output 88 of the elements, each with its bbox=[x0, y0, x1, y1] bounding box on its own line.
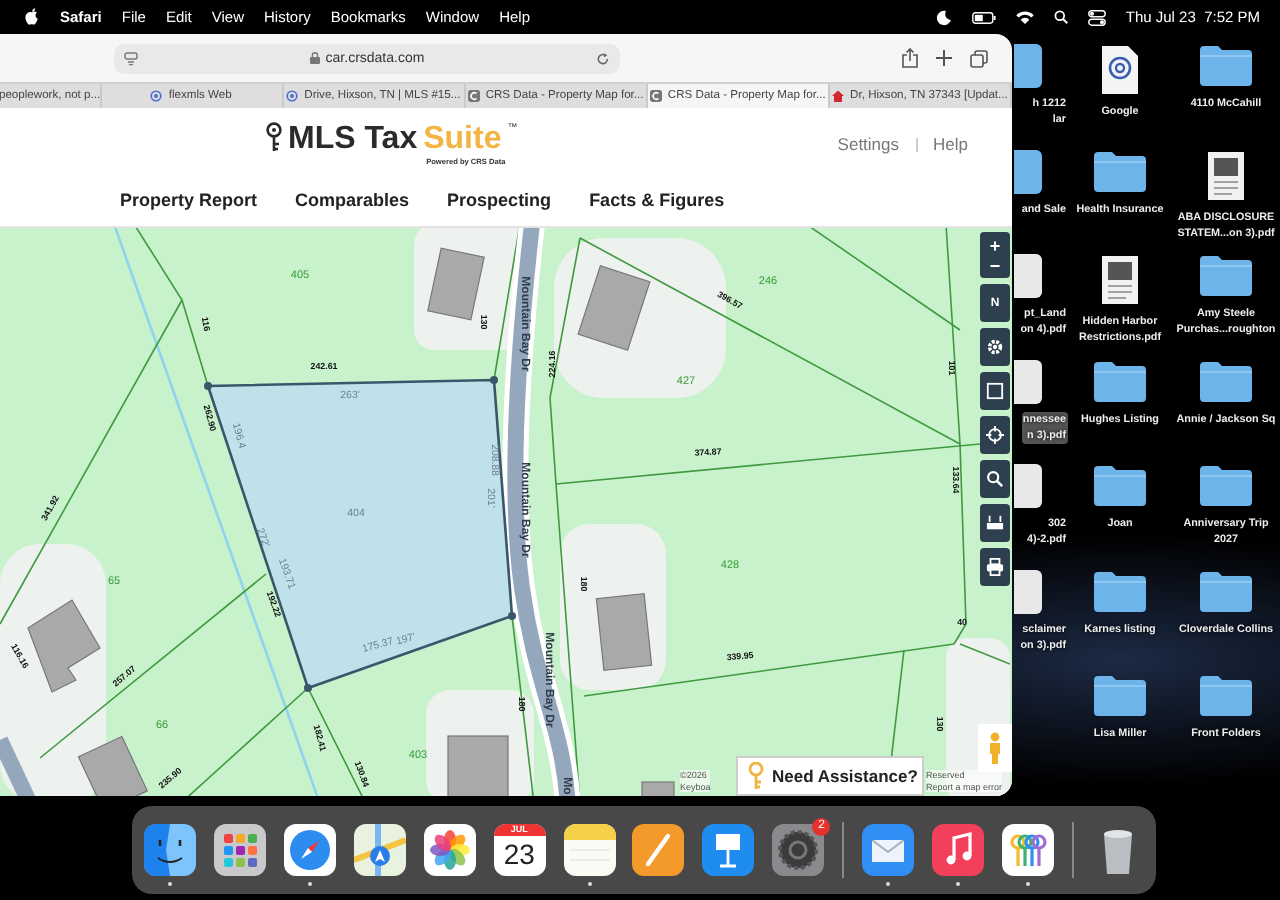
document-icon[interactable] bbox=[1014, 359, 1042, 403]
dock-app-button[interactable] bbox=[563, 823, 616, 885]
building bbox=[447, 735, 509, 796]
plus-icon[interactable] bbox=[936, 50, 952, 66]
dock-app-button[interactable] bbox=[1001, 823, 1054, 885]
dock-app-button[interactable] bbox=[144, 823, 196, 885]
dock-app-button[interactable] bbox=[932, 823, 985, 885]
favicon-icon bbox=[467, 90, 480, 102]
zoom-out-button[interactable]: − bbox=[989, 255, 1001, 275]
nav-link[interactable]: Property Report bbox=[120, 190, 258, 210]
settings-icon bbox=[986, 338, 1004, 356]
lock-icon bbox=[309, 52, 320, 64]
compass-app-icon bbox=[283, 823, 336, 875]
crosshair-icon bbox=[986, 426, 1004, 444]
person-icon bbox=[988, 732, 1002, 764]
building bbox=[27, 599, 101, 693]
building bbox=[595, 593, 653, 671]
nav-link[interactable]: Facts & Figures bbox=[589, 190, 725, 210]
gear-app-icon bbox=[772, 823, 825, 875]
folder-icon[interactable] bbox=[1198, 44, 1254, 88]
moon-icon[interactable] bbox=[935, 9, 952, 25]
search-icon bbox=[986, 470, 1004, 488]
key-icon bbox=[748, 762, 764, 790]
header-link[interactable]: Help bbox=[933, 134, 968, 154]
face-app-icon bbox=[144, 823, 196, 875]
folder-icon[interactable] bbox=[1198, 254, 1254, 298]
folder-icon[interactable] bbox=[1198, 674, 1254, 718]
logo-text: MLS Tax bbox=[288, 122, 418, 158]
toggles-icon[interactable] bbox=[1087, 9, 1106, 25]
measure-tool-button[interactable] bbox=[980, 504, 1010, 542]
location-icon bbox=[286, 90, 299, 102]
calendar-day: 23 bbox=[503, 835, 535, 871]
print-tool-button[interactable] bbox=[980, 548, 1010, 586]
folder-icon[interactable] bbox=[1014, 149, 1042, 193]
share-icon[interactable] bbox=[902, 48, 918, 68]
folder-icon[interactable] bbox=[1092, 149, 1148, 193]
logo-accent-text: Suite bbox=[423, 122, 502, 158]
nav-link[interactable]: Prospecting bbox=[447, 190, 552, 210]
folder-icon[interactable] bbox=[1198, 569, 1254, 613]
wifi-icon[interactable] bbox=[1015, 10, 1034, 24]
document-icon[interactable] bbox=[1100, 254, 1140, 306]
page-menu-icon bbox=[124, 51, 138, 65]
favicon-icon bbox=[649, 90, 662, 102]
dock-app-button[interactable] bbox=[283, 823, 336, 885]
zoom-in-button[interactable]: + bbox=[989, 235, 1001, 255]
header-link[interactable]: Settings bbox=[837, 134, 900, 154]
folder-icon[interactable] bbox=[1092, 674, 1148, 718]
envelope-app-icon bbox=[862, 823, 915, 875]
road bbox=[0, 736, 40, 796]
help-button[interactable]: Need Assistance? bbox=[736, 756, 924, 796]
house-icon bbox=[832, 90, 845, 102]
dock-app-button[interactable] bbox=[862, 823, 915, 885]
printer-icon bbox=[986, 558, 1004, 576]
keys-app-icon bbox=[1001, 823, 1054, 875]
square-icon bbox=[986, 382, 1004, 400]
reload-icon[interactable] bbox=[596, 51, 610, 65]
folder-icon[interactable] bbox=[1198, 464, 1254, 508]
app-grid-icon bbox=[213, 823, 266, 875]
podium-app-icon bbox=[702, 823, 755, 875]
select-tool-button[interactable] bbox=[980, 372, 1010, 410]
music-note-app-icon bbox=[932, 823, 985, 875]
notepad-app-icon bbox=[563, 823, 616, 875]
location-icon bbox=[150, 90, 163, 102]
pencil-app-icon bbox=[632, 823, 685, 875]
document-icon[interactable] bbox=[1206, 149, 1246, 201]
nav-link[interactable]: Comparables bbox=[295, 190, 410, 210]
parcel-vertex bbox=[204, 382, 212, 390]
building bbox=[641, 781, 675, 796]
settings-tool-button[interactable] bbox=[980, 328, 1010, 366]
battery-icon[interactable] bbox=[971, 11, 996, 23]
keyhole-logo-icon bbox=[266, 122, 282, 152]
folder-icon[interactable] bbox=[1092, 464, 1148, 508]
at-sign-document-icon[interactable] bbox=[1100, 44, 1140, 96]
apple-logo-icon[interactable] bbox=[24, 8, 40, 26]
folder-icon[interactable] bbox=[1198, 359, 1254, 403]
map-app-icon bbox=[353, 823, 406, 875]
folder-icon[interactable] bbox=[1092, 359, 1148, 403]
folder-icon[interactable] bbox=[1092, 569, 1148, 613]
tab-overview-icon[interactable] bbox=[970, 49, 988, 67]
document-icon[interactable] bbox=[1014, 569, 1042, 613]
parcel-vertex bbox=[508, 612, 516, 620]
search-icon[interactable] bbox=[1053, 10, 1068, 24]
locate-tool-button[interactable] bbox=[980, 416, 1010, 454]
ruler-icon bbox=[986, 514, 1004, 532]
parcel-vertex bbox=[490, 376, 498, 384]
parcel-vertex bbox=[304, 684, 312, 692]
flower-app-icon bbox=[423, 823, 476, 875]
search-tool-button[interactable] bbox=[980, 460, 1010, 498]
